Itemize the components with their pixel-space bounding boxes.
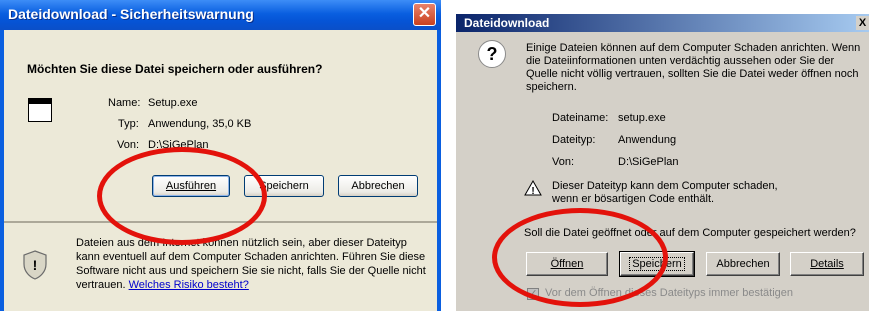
red-highlight-ellipse bbox=[492, 208, 668, 307]
window-title: Dateidownload bbox=[464, 16, 550, 30]
intro-text: Einige Dateien können auf dem Computer S… bbox=[526, 42, 861, 93]
question-icon: ? bbox=[478, 40, 506, 68]
download-question: Möchten Sie diese Datei speichern oder a… bbox=[27, 62, 323, 76]
security-warning-text: Dateien aus dem Internet können nützlich… bbox=[76, 236, 426, 292]
svg-text:!: ! bbox=[33, 257, 38, 273]
window-title: Dateidownload - Sicherheitswarnung bbox=[8, 6, 254, 22]
application-icon bbox=[28, 98, 52, 122]
cancel-button[interactable]: Abbrechen bbox=[338, 175, 418, 197]
name-label: Name: bbox=[108, 97, 141, 109]
cancel-button-label: Abbrechen bbox=[351, 180, 405, 192]
filetype-value: Anwendung bbox=[618, 134, 677, 146]
warning-triangle-icon: ! bbox=[524, 180, 542, 196]
close-button[interactable]: X bbox=[856, 16, 869, 30]
security-warning-dialog: Dateidownload - Sicherheitswarnung ✕ Möc… bbox=[0, 0, 441, 311]
risk-link[interactable]: Welches Risiko besteht? bbox=[129, 279, 249, 291]
window-frame-right bbox=[437, 30, 441, 311]
filetype-label: Dateityp: bbox=[552, 134, 596, 146]
from-value: D:\SiGePlan bbox=[618, 156, 679, 168]
type-value: Anwendung, 35,0 KB bbox=[148, 118, 252, 130]
filename-value: setup.exe bbox=[618, 112, 666, 124]
cancel-button[interactable]: Abbrechen bbox=[706, 252, 780, 276]
file-download-dialog: Dateidownload X ? Einige Dateien können … bbox=[456, 0, 869, 311]
type-label: Typ: bbox=[118, 118, 139, 130]
details-button-label: Details bbox=[810, 258, 844, 270]
close-button[interactable]: ✕ bbox=[413, 3, 436, 26]
from-label: Von: bbox=[552, 156, 575, 168]
from-label: Von: bbox=[117, 139, 140, 151]
cancel-button-label: Abbrechen bbox=[716, 258, 770, 270]
filename-label: Dateiname: bbox=[552, 112, 609, 124]
svg-text:!: ! bbox=[531, 186, 534, 196]
danger-text: Dieser Dateityp kann dem Computer schade… bbox=[552, 180, 778, 205]
save-button-label: Speichern bbox=[259, 180, 309, 192]
shield-warning-icon: ! bbox=[23, 250, 47, 280]
red-highlight-ellipse bbox=[97, 147, 267, 245]
name-value: Setup.exe bbox=[148, 97, 198, 109]
details-button[interactable]: Details bbox=[790, 252, 864, 276]
